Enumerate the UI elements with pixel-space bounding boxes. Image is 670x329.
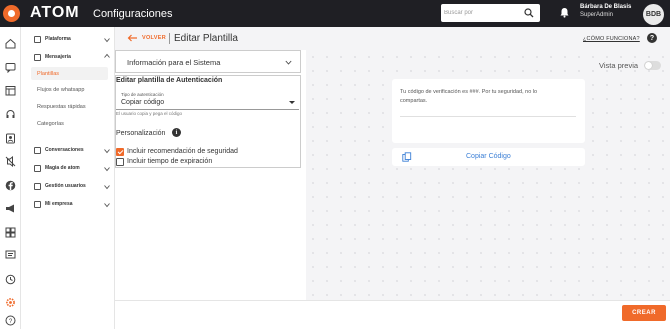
preview-toggle-label: Vista previa [599, 61, 639, 70]
security-recommendation-checkbox[interactable] [116, 148, 124, 156]
sidebar-item-label: Mi empresa [45, 201, 73, 207]
accordion-label: Información para el Sistema [127, 58, 221, 67]
magic-wand-icon [34, 164, 41, 172]
chat-icon [34, 146, 41, 154]
contacts-icon[interactable] [5, 133, 16, 144]
chat-icon[interactable] [5, 62, 16, 73]
security-recommendation-label: Incluir recomendación de seguridad [127, 148, 238, 155]
user-role: SuperAdmin [580, 12, 614, 18]
building-icon [34, 200, 41, 208]
chevron-up-icon[interactable] [104, 53, 110, 59]
top-bar: ATOM Configuraciones Bárbara De Blasis S… [0, 0, 670, 27]
sidebar-item-magia-de-atom[interactable]: Magia de atom [34, 163, 80, 173]
search-box[interactable] [441, 4, 540, 22]
sidebar-item-plataforma[interactable]: Plataforma [34, 34, 71, 44]
caret-down-icon[interactable] [289, 101, 295, 104]
section-title: Configuraciones [93, 8, 173, 20]
personalization-title: Personalización [116, 130, 166, 137]
chevron-down-icon[interactable] [104, 184, 110, 190]
chevron-down-icon[interactable] [104, 148, 110, 154]
users-icon [34, 182, 41, 190]
sidebar-item-label: Conversaciones [45, 147, 84, 153]
page-title: Editar Plantilla [174, 33, 238, 44]
headset-icon[interactable] [5, 109, 16, 120]
settings-icon[interactable] [5, 297, 16, 308]
submenu-plantillas[interactable]: Plantillas [31, 67, 108, 80]
chevron-down-icon[interactable] [104, 202, 110, 208]
back-label: VOLVER [142, 35, 167, 41]
chevron-down-icon[interactable] [104, 166, 110, 172]
settings-sidebar: Plataforma Mensajería Plantillas Flujos … [21, 27, 115, 329]
copy-icon [402, 152, 412, 162]
icon-rail: ? [0, 27, 21, 329]
sidebar-item-label: Gestión usuarios [45, 183, 86, 189]
mail-icon [34, 53, 41, 61]
sidebar-item-mensajeria[interactable]: Mensajería [34, 52, 71, 62]
facebook-icon[interactable] [5, 180, 16, 191]
atom-logo-icon[interactable] [3, 5, 20, 22]
system-info-accordion[interactable]: Información para el Sistema [115, 50, 301, 73]
message-text: Tu código de verificación es ###. Por tu… [400, 89, 538, 104]
notification-bell-icon[interactable] [559, 7, 570, 18]
megaphone-icon[interactable] [5, 203, 16, 214]
preview-toggle[interactable] [644, 61, 661, 70]
home-icon[interactable] [5, 38, 16, 49]
sidebar-item-label: Plataforma [45, 36, 71, 42]
svg-text:?: ? [9, 319, 13, 325]
sidebar-item-label: Mensajería [45, 54, 71, 60]
message-square-icon[interactable] [5, 250, 16, 261]
sidebar-item-mi-empresa[interactable]: Mi empresa [34, 199, 73, 209]
message-divider [400, 116, 576, 117]
header-divider [169, 33, 170, 44]
auth-type-label: Tipo de autenticación [121, 92, 164, 97]
user-name: Bárbara De Blasis [580, 4, 632, 10]
help-icon[interactable]: ? [5, 315, 16, 326]
how-it-works-link[interactable]: ¿CÓMO FUNCIONA? [583, 36, 640, 42]
submenu-categorias[interactable]: Categorías [31, 117, 108, 130]
sidebar-item-conversaciones[interactable]: Conversaciones [34, 145, 84, 155]
footer-bar [115, 300, 670, 329]
muted-icon[interactable] [5, 156, 16, 167]
search-icon[interactable] [524, 8, 534, 18]
submenu-flujos-whatsapp[interactable]: Flujos de whatsapp [31, 83, 108, 96]
question-icon[interactable]: ? [647, 33, 657, 43]
auth-type-helper: El usuario copia y pega el código [116, 111, 183, 116]
expiration-time-checkbox[interactable] [116, 158, 124, 166]
arrow-left-icon [127, 34, 137, 42]
search-input[interactable] [444, 7, 524, 19]
info-icon[interactable]: i [172, 128, 181, 137]
avatar[interactable]: BDB [643, 4, 664, 25]
grid-icon[interactable] [5, 227, 16, 238]
clock-icon[interactable] [5, 274, 16, 285]
calendar-icon[interactable] [5, 85, 16, 96]
sidebar-item-gestion-usuarios[interactable]: Gestión usuarios [34, 181, 86, 191]
copy-code-label: Copiar Código [466, 153, 511, 160]
brand-name: ATOM [30, 4, 80, 21]
submenu-respuestas-rapidas[interactable]: Respuestas rápidas [31, 100, 108, 113]
chevron-down-icon [285, 60, 292, 65]
card-title: Editar plantilla de Autenticación [116, 77, 223, 84]
sidebar-item-label: Magia de atom [45, 165, 80, 171]
create-button[interactable]: CREAR [622, 305, 666, 321]
expiration-time-label: Incluir tiempo de expiración [127, 158, 213, 165]
headset-icon [34, 35, 41, 43]
auth-type-value[interactable]: Copiar código [121, 99, 164, 106]
chevron-down-icon[interactable] [104, 37, 110, 43]
back-button[interactable]: VOLVER [127, 34, 166, 42]
